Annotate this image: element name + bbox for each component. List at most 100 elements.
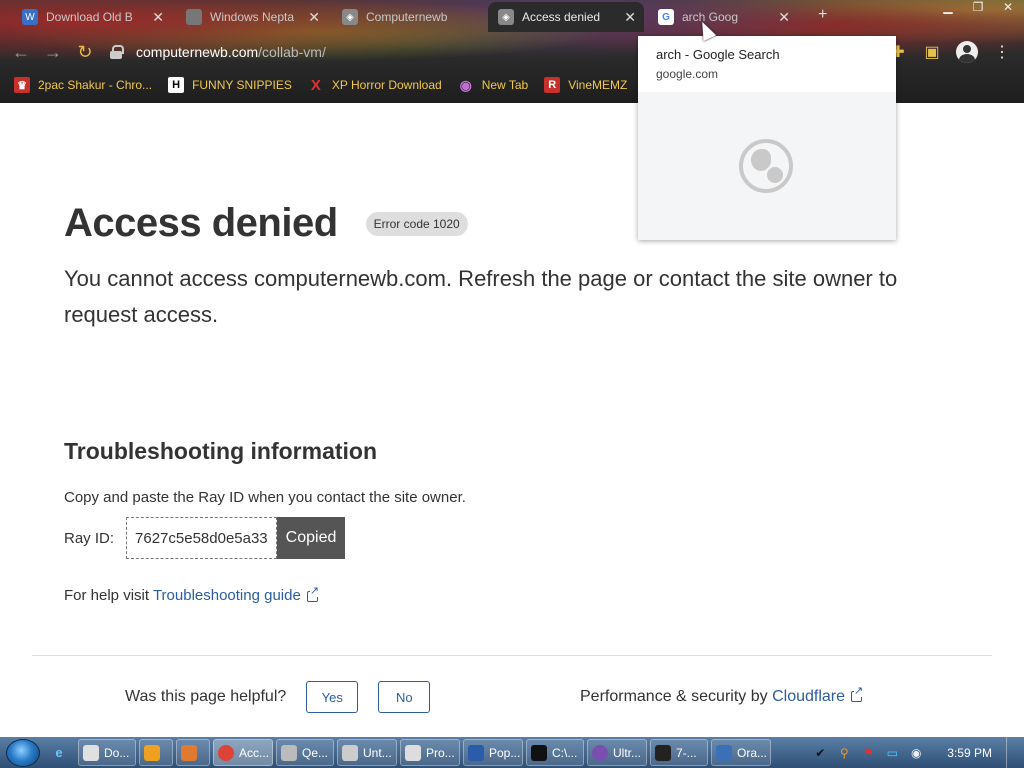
taskbar-label: Ora... (737, 745, 768, 760)
taskbar-item-oracle[interactable]: Ora... (711, 739, 771, 766)
taskbar-item-cmd[interactable]: C:\... (526, 739, 584, 766)
monitor-icon[interactable]: ▭ (883, 744, 901, 762)
title-row: Access denied Error code 1020 (64, 201, 468, 246)
access-denied-message: You cannot access computernewb.com. Refr… (64, 266, 898, 327)
footer-prefix: Performance & security by (580, 688, 768, 705)
taskbar-item-qe[interactable]: Qe... (276, 739, 334, 766)
taskbar-item-chrome[interactable]: Acc... (213, 739, 273, 766)
troubleshooting-heading: Troubleshooting information (64, 438, 378, 464)
show-desktop-button[interactable] (1006, 737, 1016, 768)
vm-cube-icon: ◈ (498, 9, 514, 25)
tab-windows-nepta[interactable]: Windows Nepta ✕ (176, 2, 328, 32)
taskbar-item-7zip[interactable]: 7-... (650, 739, 708, 766)
start-button[interactable] (6, 738, 40, 767)
taskbar-label: Unt... (363, 745, 392, 760)
divider (32, 655, 992, 656)
copy-ray-id-button[interactable]: Copied (276, 517, 346, 559)
taskbar-item-pop[interactable]: Pop... (463, 739, 523, 766)
address-path: /collab-vm/ (258, 44, 326, 60)
taskbar-label: Do... (104, 745, 130, 760)
new-tab-globe-icon: ◉ (459, 76, 472, 93)
tab-computernewb[interactable]: ◈ Computernewb (332, 2, 484, 32)
chrome-icon (218, 744, 234, 761)
reload-icon[interactable]: ↻ (74, 41, 96, 63)
taskbar-item-untitled[interactable]: Unt... (337, 739, 397, 766)
taskbar-label: Pro... (426, 745, 455, 760)
taskbar-label: Acc... (239, 745, 270, 760)
lock-icon[interactable] (110, 45, 124, 59)
red-x-icon: X (310, 76, 321, 94)
kebab-menu-icon[interactable]: ⋮ (992, 42, 1012, 62)
taskbar-item-pro[interactable]: Pro... (400, 739, 460, 766)
back-arrow-icon[interactable]: ← (10, 41, 32, 63)
help-prefix: For help visit (64, 587, 150, 604)
toolbar-actions: ✚ ▣ ⋮ (888, 34, 1012, 70)
new-tab-button[interactable]: + (818, 6, 827, 24)
bookmark-2pac[interactable]: ♛ 2pac Shakur - Chro... (14, 77, 152, 93)
flag-icon[interactable]: ⚑ (859, 744, 877, 762)
feedback-no-button[interactable]: No (378, 681, 431, 713)
bookmark-funny-snippies[interactable]: H FUNNY SNIPPIES (168, 77, 292, 93)
minimize-icon[interactable]: ▁ (936, 0, 960, 14)
internet-explorer-icon[interactable]: e (48, 742, 70, 764)
feedback-row: Was this page helpful? Yes No (125, 681, 431, 713)
troubleshooting-guide-link[interactable]: Troubleshooting guide (153, 587, 301, 604)
tab-download-old-b[interactable]: W Download Old B ✕ (12, 2, 172, 32)
bookmark-label: XP Horror Download (331, 78, 442, 92)
taskbar-item-do[interactable]: Do... (78, 739, 136, 766)
tab-label: Windows Nepta (210, 10, 295, 24)
maximize-icon[interactable]: ❐ (966, 0, 990, 14)
bookmark-vinememz[interactable]: R VineMEMZ (544, 77, 627, 93)
tab-strip: W Download Old B ✕ Windows Nepta ✕ ◈ Com… (0, 0, 1024, 34)
tab-label: Download Old B (46, 10, 133, 24)
bookmark-new-tab[interactable]: ◉ New Tab (458, 76, 529, 93)
app-icon (405, 744, 421, 761)
taskbar-label: 7-... (676, 745, 697, 760)
checkmark-icon[interactable]: ✔ (811, 744, 829, 762)
vm-cube-icon: ◈ (342, 9, 358, 25)
tab-access-denied[interactable]: ◈ Access denied ✕ (488, 2, 644, 32)
tab-arch-google[interactable]: G arch Goog ✕ (648, 2, 798, 32)
tab-hover-preview[interactable]: arch - Google Search google.com (638, 36, 896, 240)
bookmark-xp-horror[interactable]: X XP Horror Download (308, 76, 442, 94)
taskbar-item-ultra[interactable]: Ultr... (587, 739, 647, 766)
feedback-yes-button[interactable]: Yes (306, 681, 359, 713)
tab-label: Access denied (522, 10, 601, 24)
taskbar-item-media[interactable] (139, 739, 173, 766)
forward-arrow-icon[interactable]: → (42, 41, 64, 63)
close-icon[interactable]: ✕ (308, 9, 320, 26)
magnifier-icon[interactable]: ⚲ (835, 744, 853, 762)
tab-favicon-icon (186, 9, 202, 25)
taskbar-item-paint[interactable] (176, 739, 210, 766)
close-icon[interactable]: ✕ (152, 9, 164, 26)
app-icon (342, 744, 358, 761)
close-icon[interactable]: ✕ (624, 9, 636, 26)
taskbar-label: C:\... (552, 745, 578, 760)
cloudflare-link[interactable]: Cloudflare (772, 688, 845, 705)
error-code-badge: Error code 1020 (365, 211, 468, 236)
profile-avatar-icon[interactable] (956, 41, 978, 63)
app-icon (281, 744, 297, 761)
preview-title: arch - Google Search (656, 47, 780, 62)
side-panel-icon[interactable]: ▣ (922, 42, 942, 62)
external-link-icon (851, 686, 864, 703)
taskbar-label: Qe... (302, 745, 329, 760)
app-icon (83, 744, 99, 761)
bookmark-label: VineMEMZ (568, 78, 628, 92)
address-bar[interactable]: computernewb.com/collab-vm/ (110, 39, 630, 65)
google-icon: G (658, 9, 674, 25)
app-icon (592, 744, 608, 761)
7zip-icon (655, 744, 671, 761)
clock[interactable]: 3:59 PM (947, 746, 992, 760)
close-icon[interactable]: ✕ (778, 9, 790, 26)
close-window-icon[interactable]: ✕ (996, 0, 1020, 14)
ray-id-value[interactable]: 7627c5e58d0e5a33 (126, 517, 277, 559)
address-host: computernewb.com (136, 44, 259, 60)
taskbar: e Do... Acc... Qe... Unt... Pro... Pop..… (0, 737, 1024, 768)
preview-thumbnail (638, 92, 896, 240)
bookmark-label: FUNNY SNIPPIES (192, 78, 292, 92)
ray-id-instructions: Copy and paste the Ray ID when you conta… (64, 489, 466, 506)
volume-icon[interactable]: ◉ (907, 744, 925, 762)
tab-favicon-icon: W (22, 9, 38, 25)
help-row: For help visit Troubleshooting guide (64, 585, 320, 604)
